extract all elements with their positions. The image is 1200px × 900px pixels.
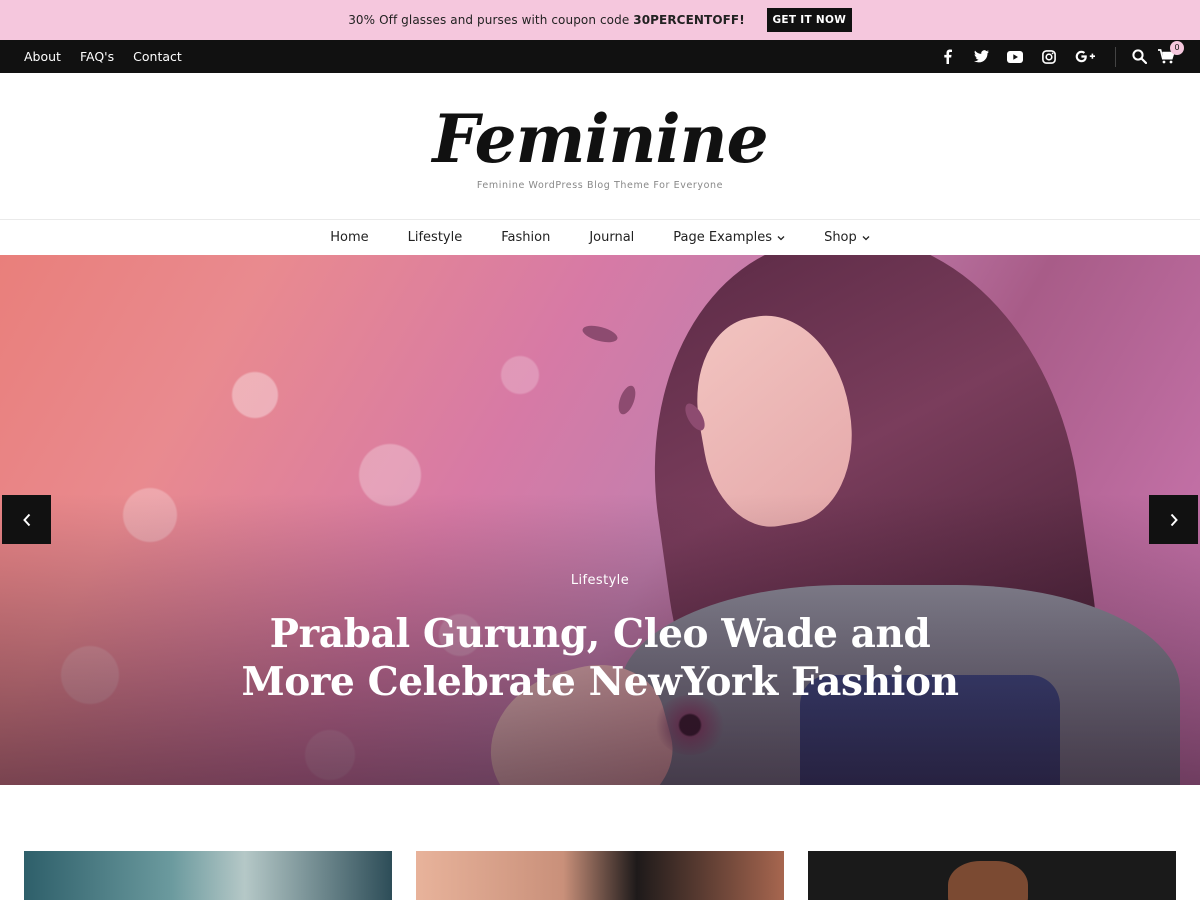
promo-bar: 30% Off glasses and purses with coupon c… [0, 0, 1200, 40]
top-link-faqs[interactable]: FAQ's [80, 49, 114, 64]
site-logo[interactable]: Feminine [432, 106, 768, 172]
post-card-thumbnail[interactable] [416, 851, 784, 900]
hero-post-title[interactable]: Prabal Gurung, Cleo Wade and More Celebr… [0, 610, 1200, 706]
main-nav: Home Lifestyle Fashion Journal Page Exam… [0, 219, 1200, 255]
instagram-icon[interactable] [1041, 49, 1057, 65]
toolbar-divider [1115, 46, 1116, 67]
promo-code: 30PERCENTOFF! [633, 13, 745, 27]
slider-next-button[interactable] [1149, 495, 1198, 544]
nav-item-lifestyle[interactable]: Lifestyle [408, 230, 463, 245]
facebook-icon[interactable] [939, 49, 955, 65]
hero-category-link[interactable]: Lifestyle [0, 573, 1200, 588]
get-it-now-button[interactable]: GET IT NOW [766, 8, 852, 32]
nav-item-label: Shop [824, 230, 857, 245]
top-right-tools: 0 [939, 40, 1184, 67]
social-links [939, 49, 1095, 65]
cart-count-badge: 0 [1170, 40, 1184, 55]
chevron-down-icon [862, 235, 870, 240]
chevron-down-icon [777, 235, 785, 240]
nav-item-label: Home [330, 230, 369, 245]
site-tagline: Feminine WordPress Blog Theme For Everyo… [476, 180, 724, 191]
nav-item-page-examples[interactable]: Page Examples [673, 230, 785, 245]
post-cards-row [24, 851, 1176, 900]
top-bar: About FAQ's Contact 0 [0, 40, 1200, 73]
post-card-thumbnail[interactable] [24, 851, 392, 900]
top-links: About FAQ's Contact [24, 49, 182, 64]
post-card-thumbnail[interactable] [808, 851, 1176, 900]
site-header: Feminine Feminine WordPress Blog Theme F… [0, 73, 1200, 220]
nav-item-label: Journal [589, 230, 635, 245]
nav-item-shop[interactable]: Shop [824, 230, 870, 245]
youtube-icon[interactable] [1007, 49, 1023, 65]
hero-caption: Lifestyle Prabal Gurung, Cleo Wade and M… [0, 573, 1200, 706]
twitter-icon[interactable] [973, 49, 989, 65]
google-plus-icon[interactable] [1075, 49, 1095, 65]
chevron-right-icon [1170, 513, 1178, 526]
hero-title-line: More Celebrate NewYork Fashion [241, 659, 959, 705]
chevron-left-icon [22, 513, 30, 526]
search-icon[interactable] [1132, 48, 1148, 65]
nav-item-label: Lifestyle [407, 230, 463, 245]
nav-item-label: Fashion [501, 230, 551, 245]
nav-item-label: Page Examples [673, 230, 773, 245]
slider-prev-button[interactable] [2, 495, 51, 544]
top-link-contact[interactable]: Contact [133, 49, 182, 64]
nav-item-home[interactable]: Home [330, 230, 368, 245]
cart-icon[interactable]: 0 [1158, 40, 1184, 65]
top-link-about[interactable]: About [24, 49, 61, 64]
hero-title-line: Prabal Gurung, Cleo Wade and [269, 611, 931, 657]
nav-item-fashion[interactable]: Fashion [501, 230, 550, 245]
hero-slider: Lifestyle Prabal Gurung, Cleo Wade and M… [0, 255, 1200, 785]
nav-item-journal[interactable]: Journal [589, 230, 634, 245]
promo-text: 30% Off glasses and purses with coupon c… [348, 13, 745, 27]
